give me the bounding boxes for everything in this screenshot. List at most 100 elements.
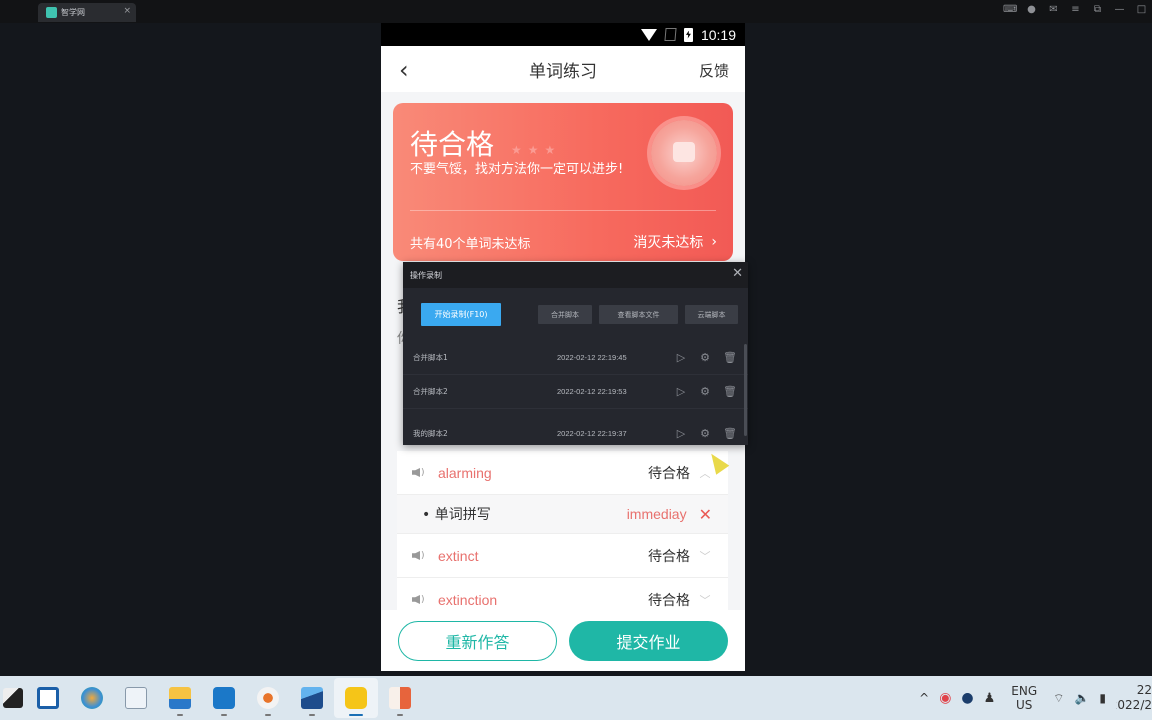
no-sim-icon [664,28,677,41]
qq-icon[interactable]: ♟ [984,691,996,706]
detail-label: • 单词拼写 [422,507,491,523]
nav-bar: ‹ 单词练习 反馈 [381,46,745,92]
star-icon: ★ [544,143,556,157]
play-icon[interactable]: ▷ [675,351,687,364]
wifi-icon[interactable]: ⌔ [1053,691,1064,706]
script-row[interactable]: 合并脚本2 2022-02-12 22:19:53 ▷ ⚙ 🗑 [403,375,748,409]
record-icon[interactable]: ◉ [939,690,951,706]
taskbar-file-explorer[interactable] [158,678,202,718]
gear-icon[interactable]: ⚙ [699,385,711,398]
photos-icon [301,687,323,709]
recorder-scrollbar[interactable] [744,344,747,436]
script-row[interactable]: 我的脚本2 2022-02-12 22:19:37 ▷ ⚙ 🗑 [403,415,748,451]
mail-icon[interactable]: ✉ [1047,4,1060,15]
script-name: 合并脚本2 [413,387,448,396]
result-card: 待合格 ★ ★ ★ 不要气馁，找对方法你一定可以进步! 共有40个单词未达标 消… [393,103,733,261]
taskbar-java[interactable] [246,678,290,718]
play-icon[interactable]: ▷ [675,385,687,398]
eliminate-unqualified-link[interactable]: 消灭未达标 › [633,232,717,252]
start-recording-button[interactable]: 开始录制(F10) [421,303,501,326]
close-icon[interactable]: ✕ [732,266,743,281]
word-text: alarming [438,464,492,481]
recorder-title: 操作录制 [410,270,442,280]
emulator-top-bar: 智学网 × ⌨ ● ✉ ≡ ⧉ — □ [0,0,1152,23]
status-time: 10:19 [700,26,736,43]
status-bar: 10:19 [381,23,745,46]
steam-icon[interactable]: ● [961,690,973,706]
feedback-button[interactable]: 反馈 [699,60,729,81]
star-icon: ★ [511,143,522,157]
word-list: ) alarming 待合格 ︿ • 单词拼写 immediay ✕ ) ext… [397,451,728,622]
kugou-icon [213,687,235,709]
java-icon [257,687,279,709]
taskbar-recorder-app[interactable] [378,678,422,718]
speaker-icon[interactable]: ) [412,593,432,607]
trash-icon[interactable]: 🗑 [723,427,737,440]
lang-code: ENG [1011,684,1038,698]
gear-icon[interactable]: ⚙ [699,427,711,440]
clock-date: 2022/2 [1116,698,1152,712]
submit-button[interactable]: 提交作业 [569,620,728,661]
start-icon [3,688,23,708]
zhixue-logo-icon [46,7,57,18]
maximize-icon[interactable]: □ [1135,4,1148,15]
script-row[interactable]: 合并脚本1 2022-02-12 22:19:45 ▷ ⚙ 🗑 [403,341,748,375]
taskbar-kugou[interactable] [202,678,246,718]
star-icon: ★ [527,143,539,157]
tab-close-button[interactable]: × [123,6,131,16]
battery-charging-icon [683,27,693,42]
clock-time: 22 [1136,683,1152,697]
card-divider [410,210,716,211]
ldplayer-icon [345,687,367,709]
word-row[interactable]: ) alarming 待合格 ︿ [397,451,728,495]
volume-icon[interactable]: 🔈 [1074,691,1089,705]
windows-taskbar: ^ ◉ ● ♟ ENG US ⌔ 🔈 ▮ 22 2022/2 [0,676,1152,720]
unqualified-count: 共有40个单词未达标 [410,237,531,252]
medal-badge-icon [651,120,717,186]
script-time: 2022-02-12 22:19:45 [557,353,627,362]
taskbar-ldplayer[interactable] [334,678,378,718]
speaker-icon[interactable]: ) [412,466,432,480]
script-time: 2022-02-12 22:19:37 [557,428,627,438]
trash-icon[interactable]: 🗑 [723,385,737,398]
word-row[interactable]: ) extinct 待合格 ﹀ [397,534,728,578]
taskbar-widgets[interactable] [26,678,70,718]
merge-scripts-button[interactable]: 合并脚本 [538,305,592,324]
wrong-icon: ✕ [698,504,712,524]
speaker-icon[interactable]: ) [412,549,432,563]
avatar-icon[interactable]: ● [1025,4,1038,15]
taskbar-photos[interactable] [290,678,334,718]
gamepad-icon[interactable]: ⌨ [1003,4,1017,15]
browser-tab[interactable]: 智学网 × [38,3,136,22]
recorder-header[interactable]: 操作录制 ✕ [403,262,748,288]
trash-icon[interactable]: 🗑 [723,351,737,364]
taskbar-paint[interactable] [70,678,114,718]
chevron-down-icon[interactable]: ﹀ [698,592,712,608]
gear-icon[interactable]: ⚙ [699,351,711,364]
redo-button[interactable]: 重新作答 [398,620,557,661]
window-controls: ⌨ ● ✉ ≡ ⧉ — □ [1003,4,1148,15]
recorder-app-icon [389,687,411,709]
word-status: 待合格 [648,465,690,482]
view-script-files-button[interactable]: 查看脚本文件 [599,305,678,324]
cloud-scripts-button[interactable]: 云端脚本 [685,305,738,324]
tray-overflow-button[interactable]: ^ [919,691,929,705]
performance-monitor-icon [125,687,147,709]
back-button[interactable]: ‹ [399,56,409,84]
menu-icon[interactable]: ≡ [1069,4,1082,15]
chevron-down-icon[interactable]: ﹀ [698,548,712,564]
screenshot-icon[interactable]: ⧉ [1091,4,1104,15]
chevron-right-icon: › [711,234,717,250]
battery-icon[interactable]: ▮ [1099,691,1106,705]
taskbar-monitor[interactable] [114,678,158,718]
wifi-icon [640,28,657,41]
word-text: extinction [438,591,498,608]
language-indicator[interactable]: ENG US [1011,684,1037,712]
taskbar-start[interactable] [0,678,26,718]
clock[interactable]: 22 2022/2 [1116,683,1152,713]
play-icon[interactable]: ▷ [675,427,687,440]
system-tray: ^ ◉ ● ♟ ENG US ⌔ 🔈 ▮ 22 2022/2 [919,676,1152,720]
minimize-icon[interactable]: — [1113,4,1126,15]
bottom-action-bar: 重新作答 提交作业 [381,610,745,671]
result-subtitle: 不要气馁，找对方法你一定可以进步! [410,162,624,177]
